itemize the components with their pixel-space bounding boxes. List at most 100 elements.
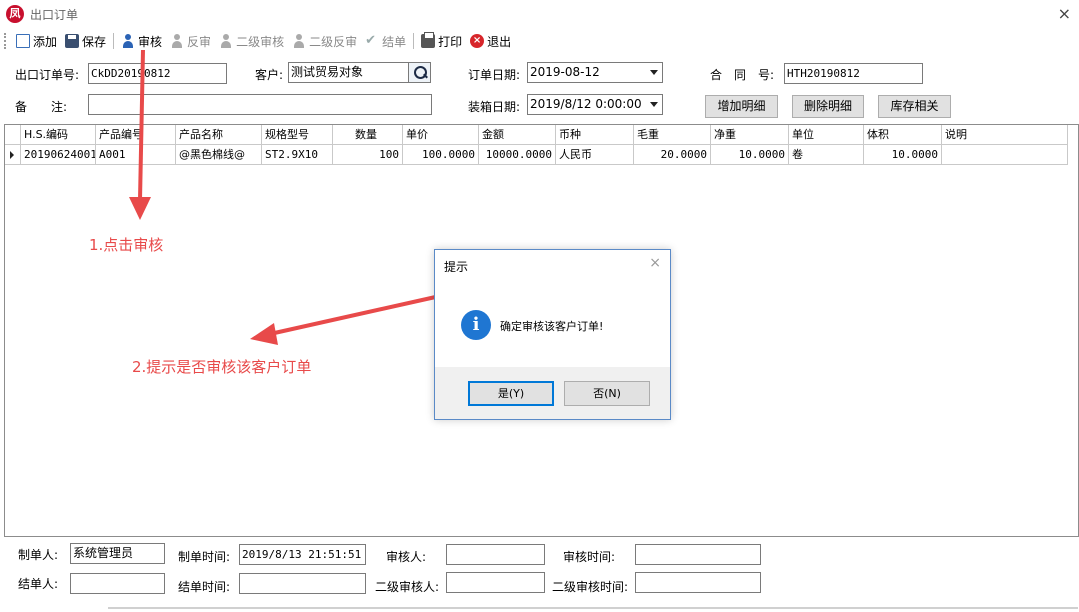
customer-label: 客户: bbox=[255, 68, 284, 82]
add-detail-button[interactable]: 增加明细 bbox=[705, 95, 778, 118]
close-time-label: 结单时间: bbox=[178, 580, 231, 594]
load-date-label: 装箱日期: bbox=[468, 100, 521, 114]
contract-no-input[interactable]: HTH20190812 bbox=[784, 63, 923, 84]
grid-cell[interactable]: 10.0000 bbox=[711, 145, 789, 165]
confirm-dialog: 提示 × i 确定审核该客户订单! 是(Y) 否(N) bbox=[434, 249, 671, 420]
maker-input[interactable]: 系统管理员 bbox=[70, 543, 165, 564]
printer-icon bbox=[421, 32, 436, 48]
new-document-icon bbox=[16, 34, 30, 48]
audit2-time-label: 二级审核时间: bbox=[552, 580, 629, 594]
close-order-button[interactable]: ✔ 结单 bbox=[361, 30, 410, 52]
remark-label: 备 注: bbox=[15, 100, 68, 114]
title-bar: 凤 出口订单 × bbox=[0, 0, 1079, 28]
app-logo-icon: 凤 bbox=[6, 5, 24, 23]
grid-header-cell[interactable]: 币种 bbox=[556, 125, 634, 145]
close-time-input[interactable] bbox=[239, 573, 366, 594]
remark-input[interactable] bbox=[88, 94, 432, 115]
toolbar-separator bbox=[413, 33, 415, 49]
grid-cell[interactable]: A001 bbox=[96, 145, 176, 165]
dropdown-arrow-icon bbox=[650, 70, 658, 75]
unaudit2-button[interactable]: 二级反审 bbox=[288, 30, 361, 52]
grid-header-cell[interactable]: 单价 bbox=[403, 125, 479, 145]
dialog-close-button[interactable]: × bbox=[649, 255, 661, 271]
closer-label: 结单人: bbox=[18, 577, 59, 591]
dropdown-arrow-icon bbox=[650, 102, 658, 107]
user-audit-icon bbox=[121, 34, 135, 48]
current-row-arrow-icon bbox=[5, 145, 21, 165]
row-indicator-header bbox=[5, 125, 21, 145]
auditor2-input[interactable] bbox=[446, 572, 545, 593]
audit2-button[interactable]: 二级审核 bbox=[215, 30, 288, 52]
grid-header-cell[interactable]: 毛重 bbox=[634, 125, 711, 145]
grid-cell[interactable]: 卷 bbox=[789, 145, 864, 165]
load-date-picker[interactable]: 2019/8/12 0:00:00 bbox=[527, 94, 663, 115]
order-date-label: 订单日期: bbox=[468, 68, 521, 82]
order-no-input[interactable]: CkDD20190812 bbox=[88, 63, 227, 84]
order-no-label: 出口订单号: bbox=[15, 68, 80, 82]
closer-input[interactable] bbox=[70, 573, 165, 594]
grid-cell[interactable]: 20.0000 bbox=[634, 145, 711, 165]
user-unaudit2-icon bbox=[292, 34, 306, 48]
grid-header-cell[interactable]: 净重 bbox=[711, 125, 789, 145]
save-disk-icon bbox=[65, 34, 80, 48]
grid-cell[interactable]: 人民币 bbox=[556, 145, 634, 165]
customer-search-button[interactable] bbox=[408, 62, 431, 83]
grid-header-cell[interactable]: 说明 bbox=[942, 125, 1068, 145]
dialog-title: 提示 bbox=[444, 260, 469, 274]
grid-cell[interactable]: 10.0000 bbox=[864, 145, 942, 165]
dialog-message: 确定审核该客户订单! bbox=[500, 320, 604, 333]
grid-header-cell[interactable]: 产品名称 bbox=[176, 125, 262, 145]
window-close-button[interactable]: × bbox=[1058, 4, 1071, 23]
grid-header-cell[interactable]: 数量 bbox=[333, 125, 403, 145]
dialog-button-bar: 是(Y) 否(N) bbox=[435, 367, 670, 419]
save-button[interactable]: 保存 bbox=[61, 30, 110, 52]
grid-cell[interactable]: 20190624001 bbox=[21, 145, 96, 165]
stock-related-button[interactable]: 库存相关 bbox=[878, 95, 951, 118]
table-row[interactable]: 20190624001 A001 @黑色棉线@ ST2.9X10 100 100… bbox=[5, 145, 1068, 165]
make-time-label: 制单时间: bbox=[178, 550, 231, 564]
audit-button[interactable]: 审核 bbox=[117, 30, 166, 52]
auditor-label: 审核人: bbox=[386, 550, 427, 564]
customer-input[interactable]: 测试贸易对象 bbox=[288, 62, 409, 83]
contract-no-label: 合 同 号: bbox=[710, 68, 775, 82]
delete-detail-button[interactable]: 删除明细 bbox=[792, 95, 864, 118]
annotation-step1: 1.点击审核 bbox=[89, 236, 164, 254]
grid-cell[interactable]: 100 bbox=[333, 145, 403, 165]
grid-cell[interactable]: 10000.0000 bbox=[479, 145, 556, 165]
auditor-input[interactable] bbox=[446, 544, 545, 565]
order-date-picker[interactable]: 2019-08-12 bbox=[527, 62, 663, 83]
grid-header-cell[interactable]: 产品编号 bbox=[96, 125, 176, 145]
status-divider bbox=[108, 607, 1078, 609]
auditor2-label: 二级审核人: bbox=[375, 580, 440, 594]
checkmark-icon: ✔ bbox=[365, 33, 376, 48]
grid-cell[interactable] bbox=[942, 145, 1068, 165]
maker-label: 制单人: bbox=[18, 548, 59, 562]
grid-cell[interactable]: 100.0000 bbox=[403, 145, 479, 165]
make-time-input[interactable]: 2019/8/13 21:51:51 bbox=[239, 544, 366, 565]
toolbar-grip[interactable] bbox=[4, 33, 8, 49]
unaudit-button[interactable]: 反审 bbox=[166, 30, 215, 52]
grid-header-cell[interactable]: H.S.编码 bbox=[21, 125, 96, 145]
no-button[interactable]: 否(N) bbox=[564, 381, 650, 406]
grid-header-row: H.S.编码 产品编号 产品名称 规格型号 数量 单价 金额 币种 毛重 净重 … bbox=[5, 125, 1068, 145]
exit-button[interactable]: × 退出 bbox=[466, 30, 515, 52]
window-title: 出口订单 bbox=[30, 8, 79, 22]
exit-icon: × bbox=[470, 34, 485, 48]
grid-header-cell[interactable]: 体积 bbox=[864, 125, 942, 145]
grid-header-cell[interactable]: 金额 bbox=[479, 125, 556, 145]
print-button[interactable]: 打印 bbox=[417, 30, 466, 52]
audit-time-input[interactable] bbox=[635, 544, 761, 565]
grid-header-cell[interactable]: 单位 bbox=[789, 125, 864, 145]
toolbar-separator bbox=[113, 33, 115, 49]
info-icon: i bbox=[461, 310, 491, 340]
add-button[interactable]: 添加 bbox=[12, 30, 61, 52]
toolbar: 添加 保存 审核 反审 二级审核 二级反审 ✔ 结单 打印 × 退出 bbox=[0, 29, 1079, 53]
grid-cell[interactable]: @黑色棉线@ bbox=[176, 145, 262, 165]
yes-button[interactable]: 是(Y) bbox=[468, 381, 554, 406]
user-unaudit-icon bbox=[170, 34, 184, 48]
grid-header-cell[interactable]: 规格型号 bbox=[262, 125, 333, 145]
audit-time-label: 审核时间: bbox=[563, 550, 616, 564]
audit2-time-input[interactable] bbox=[635, 572, 761, 593]
grid-cell[interactable]: ST2.9X10 bbox=[262, 145, 333, 165]
user-audit2-icon bbox=[219, 34, 233, 48]
